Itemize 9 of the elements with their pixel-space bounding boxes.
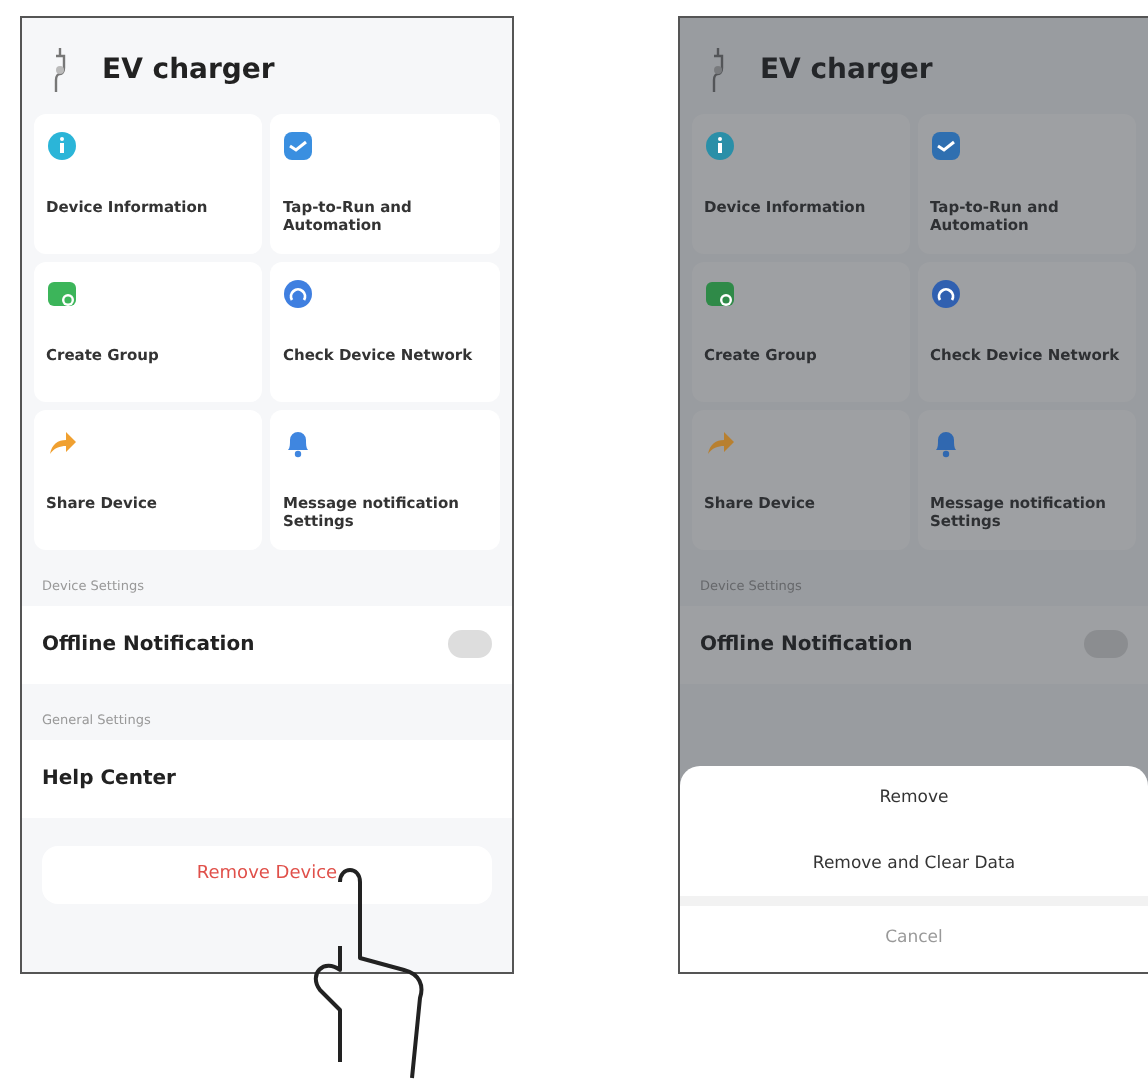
settings-row[interactable]: Help Center bbox=[22, 739, 512, 817]
sheet-option[interactable]: Remove and Clear Data bbox=[679, 831, 1148, 897]
sheet-option[interactable]: Remove bbox=[679, 765, 1148, 831]
screen-title: EV charger bbox=[102, 51, 275, 89]
toggle-switch[interactable] bbox=[447, 630, 492, 659]
settings-row[interactable]: Offline Notification bbox=[22, 605, 512, 684]
screen-title: EV charger bbox=[759, 51, 933, 89]
settings-row[interactable]: Offline Notification bbox=[679, 605, 1148, 684]
remove-device-button[interactable]: Remove Device bbox=[42, 845, 492, 904]
